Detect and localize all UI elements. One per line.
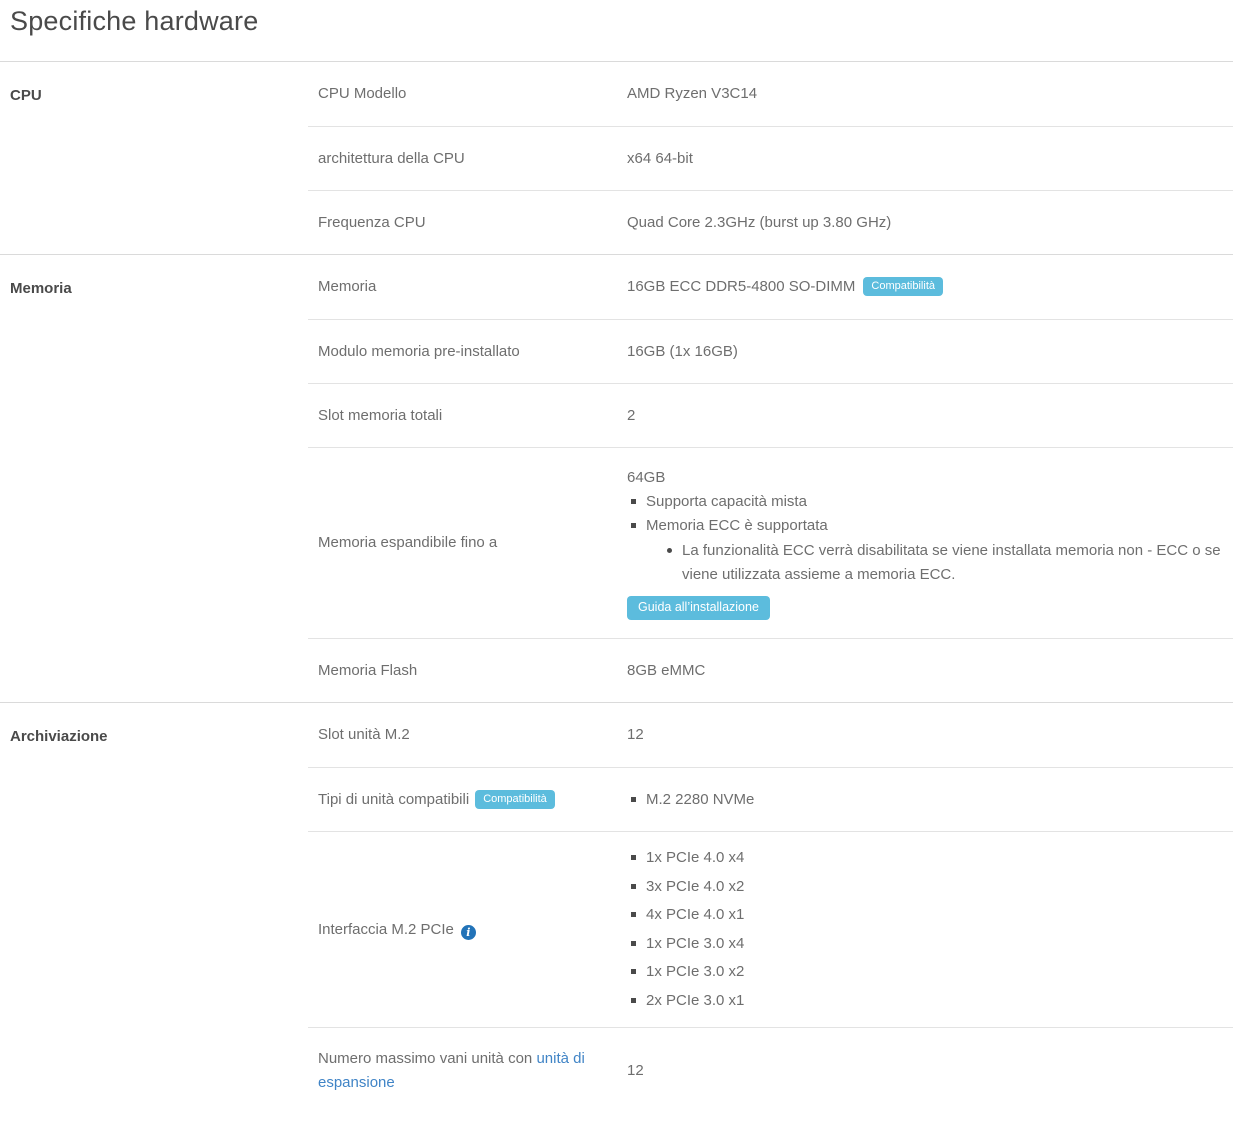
- spec-value: AMD Ryzen V3C14: [627, 68, 1233, 120]
- spec-value: 12: [627, 1045, 1233, 1097]
- spec-label: Slot memoria totali: [308, 392, 627, 440]
- section-rows: Memoria 16GB ECC DDR5-4800 SO-DIMM Compat…: [308, 255, 1233, 702]
- section-cpu: CPU CPU Modello AMD Ryzen V3C14 architet…: [0, 62, 1233, 254]
- bullet-item: 4x PCIe 4.0 x1: [627, 903, 1233, 927]
- spec-label: Frequenza CPU: [308, 199, 627, 247]
- info-icon[interactable]: i: [461, 925, 476, 940]
- spec-row-memory-slots: Slot memoria totali 2: [308, 383, 1233, 447]
- spec-row-m2-pcie-interface: Interfaccia M.2 PCIe i 1x PCIe 4.0 x4 3x …: [308, 831, 1233, 1027]
- spec-value-text: 16GB ECC DDR5-4800 SO-DIMM: [627, 278, 855, 295]
- bullet-item: Supporta capacità mista: [627, 490, 1233, 514]
- sub-bullet-list: La funzionalità ECC verrà disabilitata s…: [646, 539, 1233, 587]
- hardware-specs-page: Specifiche hardware CPU CPU Modello AMD …: [0, 0, 1252, 1114]
- spec-value: Quad Core 2.3GHz (burst up 3.80 GHz): [627, 197, 1233, 249]
- spec-row-m2-slots: Slot unità M.2 12: [308, 703, 1233, 767]
- bullet-item: Memoria ECC è supportata La funzionalità…: [627, 514, 1233, 587]
- spec-label: Modulo memoria pre-installato: [308, 328, 627, 376]
- section-rows: CPU Modello AMD Ryzen V3C14 architettura…: [308, 62, 1233, 254]
- bullet-item-text: Memoria ECC è supportata: [646, 517, 828, 534]
- section-header-memory: Memoria: [0, 255, 308, 702]
- spec-row-cpu-model: CPU Modello AMD Ryzen V3C14: [308, 62, 1233, 126]
- spec-row-cpu-frequency: Frequenza CPU Quad Core 2.3GHz (burst up…: [308, 190, 1233, 254]
- spec-row-expandable-memory: Memoria espandibile fino a 64GB Supporta…: [308, 447, 1233, 638]
- spec-row-preinstalled-memory: Modulo memoria pre-installato 16GB (1x 1…: [308, 319, 1233, 383]
- bullet-item: 1x PCIe 4.0 x4: [627, 846, 1233, 870]
- bullet-item: M.2 2280 NVMe: [627, 788, 1233, 812]
- section-storage: Archiviazione Slot unità M.2 12 Tipi di …: [0, 702, 1233, 1114]
- spec-value: 8GB eMMC: [627, 645, 1233, 697]
- spec-label-text: Tipi di unità compatibili: [318, 791, 469, 808]
- bullet-item: 3x PCIe 4.0 x2: [627, 875, 1233, 899]
- bullet-item: 1x PCIe 3.0 x2: [627, 960, 1233, 984]
- page-header: Specifiche hardware: [0, 0, 1233, 62]
- page-title: Specifiche hardware: [10, 6, 1233, 37]
- spec-label: architettura della CPU: [308, 135, 627, 183]
- section-memory: Memoria Memoria 16GB ECC DDR5-4800 SO-DI…: [0, 254, 1233, 702]
- sub-bullet-item: La funzionalità ECC verrà disabilitata s…: [665, 539, 1225, 587]
- spec-value-text: 64GB: [627, 466, 1233, 490]
- bullet-item: 2x PCIe 3.0 x1: [627, 989, 1233, 1013]
- spec-row-flash-memory: Memoria Flash 8GB eMMC: [308, 638, 1233, 702]
- spec-value: 1x PCIe 4.0 x4 3x PCIe 4.0 x2 4x PCIe 4.…: [627, 832, 1233, 1027]
- spec-table: CPU CPU Modello AMD Ryzen V3C14 architet…: [0, 62, 1233, 1114]
- bullet-list: Supporta capacità mista Memoria ECC è su…: [627, 490, 1233, 587]
- bullet-list: 1x PCIe 4.0 x4 3x PCIe 4.0 x2 4x PCIe 4.…: [627, 846, 1233, 1013]
- spec-label: Memoria espandibile fino a: [308, 519, 627, 567]
- spec-row-memory: Memoria 16GB ECC DDR5-4800 SO-DIMM Compat…: [308, 255, 1233, 319]
- installation-guide-button[interactable]: Guida all’installazione: [627, 596, 770, 620]
- spec-row-compatible-drive-types: Tipi di unità compatibili Compatibilità M…: [308, 767, 1233, 831]
- spec-value: 12: [627, 709, 1233, 761]
- spec-label-text: Numero massimo vani unità con: [318, 1050, 536, 1067]
- spec-label: CPU Modello: [308, 70, 627, 118]
- compatibility-badge[interactable]: Compatibilità: [475, 790, 555, 809]
- spec-label-text: Interfaccia M.2 PCIe: [318, 921, 454, 938]
- spec-value: x64 64-bit: [627, 133, 1233, 185]
- bullet-list: M.2 2280 NVMe: [627, 788, 1233, 812]
- section-header-storage: Archiviazione: [0, 703, 308, 1114]
- section-header-cpu: CPU: [0, 62, 308, 254]
- spec-row-cpu-architecture: architettura della CPU x64 64-bit: [308, 126, 1233, 190]
- compatibility-badge[interactable]: Compatibilità: [863, 277, 943, 296]
- spec-value: 16GB (1x 16GB): [627, 326, 1233, 378]
- spec-label: Memoria Flash: [308, 647, 627, 695]
- spec-label: Tipi di unità compatibili Compatibilità: [308, 776, 627, 824]
- section-rows: Slot unità M.2 12 Tipi di unità compatib…: [308, 703, 1233, 1114]
- spec-label: Memoria: [308, 263, 627, 311]
- spec-value: 64GB Supporta capacità mista Memoria ECC…: [627, 452, 1233, 634]
- bullet-item: 1x PCIe 3.0 x4: [627, 932, 1233, 956]
- spec-value: 16GB ECC DDR5-4800 SO-DIMM Compatibilità: [627, 261, 1233, 313]
- spec-row-max-drive-bays: Numero massimo vani unità con unità di e…: [308, 1027, 1233, 1114]
- spec-value: M.2 2280 NVMe: [627, 774, 1233, 826]
- spec-value: 2: [627, 390, 1233, 442]
- spec-label: Slot unità M.2: [308, 711, 627, 759]
- spec-label: Numero massimo vani unità con unità di e…: [308, 1035, 627, 1107]
- spec-label: Interfaccia M.2 PCIe i: [308, 906, 627, 954]
